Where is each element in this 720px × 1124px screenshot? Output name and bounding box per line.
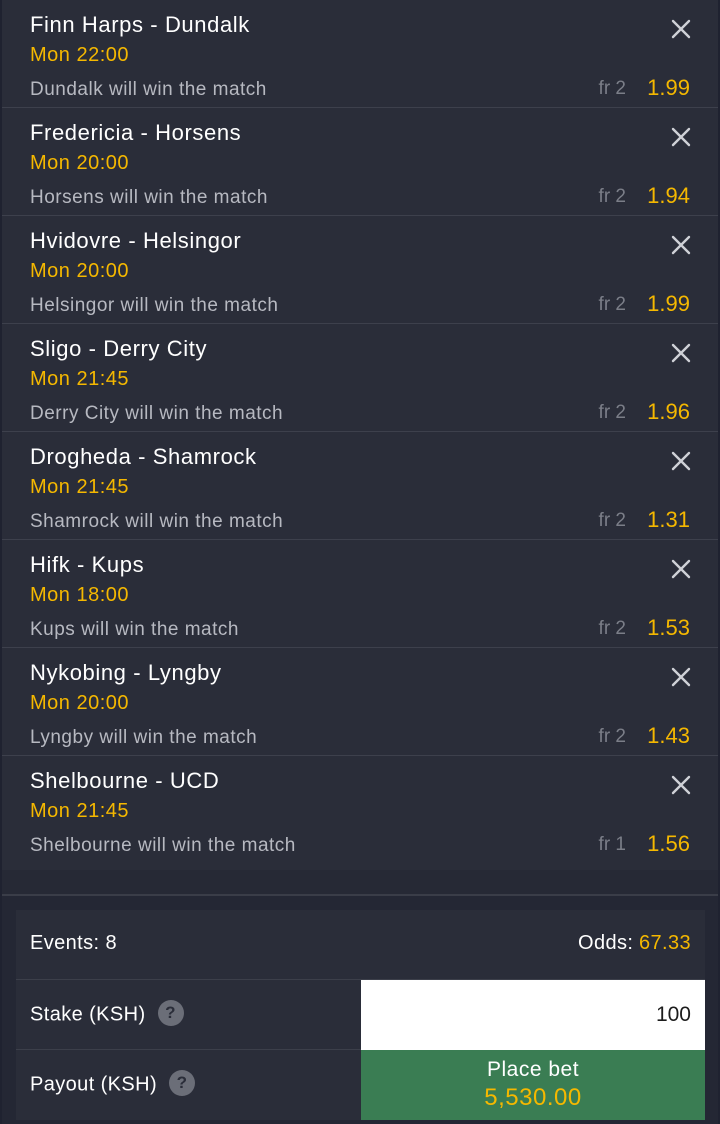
selection-odds: 1.94 [647,183,690,208]
payout-label-group: Payout (KSH) ? [30,1070,196,1098]
market-label: fr 2 [598,78,626,99]
match-name: Finn Harps - Dundalk [30,12,250,37]
remove-bet-button[interactable] [669,341,693,365]
total-odds-value: 67.33 [638,932,691,954]
remove-bet-button[interactable] [669,773,693,797]
match-name: Shelbourne - UCD [30,768,220,793]
selection-text: Shelbourne will win the match [30,835,296,856]
remove-bet-button[interactable] [669,665,693,689]
match-time: Mon 18:00 [30,584,130,606]
remove-bet-button[interactable] [669,17,693,41]
bet-summary: Events: 8 Odds: 67.33 Stake (KSH) ? Payo… [16,910,705,1120]
selection-text: Helsingor will win the match [30,295,279,316]
match-name: Drogheda - Shamrock [30,444,257,469]
total-odds: Odds: 67.33 [578,932,691,955]
events-count: Events: 8 [30,932,117,954]
bet-list: Finn Harps - Dundalk Mon 22:00 Dundalk w… [2,0,718,870]
help-icon[interactable]: ? [157,1000,184,1026]
close-icon [671,451,691,471]
bet-item: Finn Harps - Dundalk Mon 22:00 Dundalk w… [2,0,718,108]
match-time: Mon 21:45 [30,800,130,822]
market-label: fr 2 [598,726,626,747]
remove-bet-button[interactable] [669,233,693,257]
selection-odds: 1.31 [647,507,690,532]
match-time: Mon 22:00 [30,44,130,66]
close-icon [671,667,691,687]
match-name: Nykobing - Lyngby [30,660,222,685]
bet-item: Fredericia - Horsens Mon 20:00 Horsens w… [2,108,718,216]
bet-item: Nykobing - Lyngby Mon 20:00 Lyngby will … [2,648,718,756]
selection-text: Derry City will win the match [30,403,284,424]
stake-row: Stake (KSH) ? [16,980,705,1050]
remove-bet-button[interactable] [669,449,693,473]
close-icon [671,127,691,147]
stake-input[interactable] [361,980,705,1050]
bet-item: Hvidovre - Helsingor Mon 20:00 Helsingor… [2,216,718,324]
place-bet-label: Place bet [486,1058,580,1081]
betslip-panel: Finn Harps - Dundalk Mon 22:00 Dundalk w… [0,0,720,1124]
selection-text: Horsens will win the match [30,187,268,208]
close-icon [671,559,691,579]
match-time: Mon 21:45 [30,368,130,390]
market-label: fr 2 [598,294,626,315]
stake-label: Stake (KSH) [30,1003,146,1026]
bet-item: Shelbourne - UCD Mon 21:45 Shelbourne wi… [2,756,718,864]
selection-odds: 1.56 [647,831,690,856]
bet-item: Hifk - Kups Mon 18:00 Kups will win the … [2,540,718,648]
stake-label-group: Stake (KSH) ? [30,1000,184,1028]
match-time: Mon 21:45 [30,476,130,498]
selection-odds: 1.43 [647,723,690,748]
selection-odds: 1.99 [647,291,690,316]
selection-odds: 1.99 [647,75,690,100]
selection-text: Dundalk will win the match [30,79,267,100]
close-icon [671,343,691,363]
payout-row: Payout (KSH) ? Place bet 5,530.00 [16,1050,705,1120]
selection-odds: 1.96 [647,399,690,424]
bet-item: Drogheda - Shamrock Mon 21:45 Shamrock w… [2,432,718,540]
selection-text: Kups will win the match [30,619,239,640]
bet-item: Sligo - Derry City Mon 21:45 Derry City … [2,324,718,432]
market-label: fr 2 [598,618,626,639]
selection-text: Lyngby will win the match [30,727,258,748]
place-bet-button[interactable]: Place bet 5,530.00 [361,1050,705,1120]
remove-bet-button[interactable] [669,557,693,581]
match-time: Mon 20:00 [30,152,130,174]
payout-label: Payout (KSH) [30,1073,158,1096]
section-divider [2,870,718,894]
close-icon [671,775,691,795]
help-icon[interactable]: ? [169,1070,196,1096]
match-time: Mon 20:00 [30,260,130,282]
match-name: Hvidovre - Helsingor [30,228,242,253]
close-icon [671,235,691,255]
market-label: fr 2 [598,186,626,207]
total-odds-label: Odds: [578,932,634,954]
match-time: Mon 20:00 [30,692,130,714]
market-label: fr 2 [598,510,626,531]
selection-odds: 1.53 [647,615,690,640]
match-name: Hifk - Kups [30,552,145,577]
match-name: Fredericia - Horsens [30,120,242,145]
market-label: fr 2 [598,402,626,423]
remove-bet-button[interactable] [669,125,693,149]
payout-amount: 5,530.00 [484,1084,582,1111]
market-label: fr 1 [598,834,626,855]
selection-text: Shamrock will win the match [30,511,284,532]
events-row: Events: 8 Odds: 67.33 [16,910,705,980]
close-icon [671,19,691,39]
match-name: Sligo - Derry City [30,336,208,361]
